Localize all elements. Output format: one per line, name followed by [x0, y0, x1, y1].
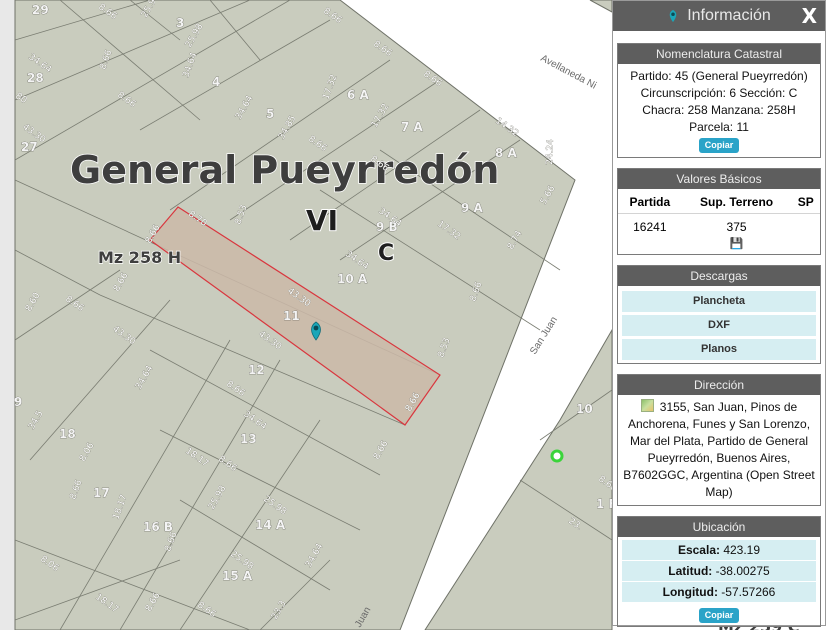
table-row: 16241 375	[618, 214, 820, 237]
longitud-value: -57.57266	[721, 585, 776, 599]
direccion-header: Dirección	[618, 375, 820, 395]
lot-number-label: 28	[27, 71, 44, 85]
lot-number-label: 9	[14, 395, 22, 409]
copy-ubicacion-button[interactable]: Copiar	[698, 608, 740, 623]
manzana-label: Mz 258 H	[98, 248, 181, 267]
nomenclatura-chacra: Chacra: 258 Manzana: 258H	[642, 103, 796, 117]
dimension-label: 24.24	[545, 139, 556, 165]
lot-number-label: 6 A	[347, 88, 370, 102]
direccion-text: 3155, San Juan, Pinos de Anchorena, Fune…	[623, 400, 815, 499]
ubicacion-box: Ubicación Escala: 423.19 Latitud: -38.00…	[617, 516, 821, 627]
longitud-label: Longitud:	[662, 585, 718, 599]
escala-value: 423.19	[723, 543, 761, 557]
nomenclatura-partido: Partido: 45 (General Pueyrredón)	[630, 69, 808, 83]
map-icon	[640, 399, 654, 412]
ubicacion-header: Ubicación	[618, 517, 820, 537]
lot-number-label: 10 A	[337, 272, 368, 286]
nomenclatura-parcela: Parcela: 11	[689, 120, 749, 134]
valores-box: Valores Básicos Partida Sup. Terreno SP …	[617, 168, 821, 255]
lot-number-label: 7 A	[401, 120, 424, 134]
latitud-value: -38.00275	[715, 564, 770, 578]
copy-nomenclatura-button[interactable]: Copiar	[698, 138, 740, 153]
download-plancheta-link[interactable]: Plancheta	[622, 291, 816, 313]
direccion-box: Dirección 3155, San Juan, Pinos de Ancho…	[617, 374, 821, 506]
nomenclatura-header: Nomenclatura Catastral	[618, 44, 820, 64]
city-label: General Pueyrredón	[70, 148, 500, 192]
download-dxf-link[interactable]: DXF	[622, 315, 816, 337]
save-icon[interactable]: 💾	[730, 237, 744, 250]
lot-number-label: 18	[59, 427, 76, 441]
cell-partida: 16241	[633, 220, 667, 234]
panel-title: Información	[687, 7, 771, 24]
cell-sup-terreno: 375	[726, 220, 747, 234]
section-label: VI	[306, 204, 338, 237]
section-sub-label: C	[378, 241, 394, 266]
green-point-icon[interactable]	[550, 449, 564, 463]
info-panel: Información X Nomenclatura Catastral Par…	[612, 0, 826, 627]
close-button[interactable]: X	[802, 4, 817, 28]
descargas-box: Descargas Plancheta DXF Planos	[617, 265, 821, 364]
lot-number-label: 11	[283, 309, 300, 323]
latitud-label: Latitud:	[668, 564, 713, 578]
lot-number-label: 10	[576, 402, 593, 416]
nomenclatura-box: Nomenclatura Catastral Partido: 45 (Gene…	[617, 43, 821, 158]
col-partida: Partida	[618, 189, 682, 214]
col-sup-terreno: Sup. Terreno	[681, 189, 792, 214]
lot-number-label: 16 B	[143, 520, 173, 534]
lot-number-label: 14 A	[255, 518, 286, 532]
cell-sp	[791, 214, 820, 237]
lot-number-label: 27	[21, 140, 38, 154]
lot-number-label: 13	[240, 432, 257, 446]
lot-number-label: 5	[266, 107, 274, 121]
valores-header: Valores Básicos	[618, 169, 820, 189]
escala-row: Escala: 423.19	[622, 540, 816, 561]
lot-number-label: 4	[212, 75, 220, 89]
lot-number-label: 8 A	[495, 146, 518, 160]
lot-number-label: 12	[248, 363, 265, 377]
lot-number-label: 3	[176, 16, 184, 30]
col-sp: SP	[791, 189, 820, 214]
download-planos-link[interactable]: Planos	[622, 339, 816, 361]
nomenclatura-circunscripcion: Circunscripción: 6 Sección: C	[640, 86, 798, 100]
location-pin-icon	[669, 9, 677, 23]
longitud-row: Longitud: -57.57266	[622, 582, 816, 603]
valores-table: Partida Sup. Terreno SP 16241 375 💾	[618, 189, 820, 254]
lot-number-label: 29	[32, 3, 49, 17]
panel-header: Información X	[613, 1, 825, 31]
lot-number-label: 17	[93, 486, 110, 500]
escala-label: Escala:	[677, 543, 720, 557]
descargas-header: Descargas	[618, 266, 820, 286]
lot-number-label: 9 A	[461, 201, 484, 215]
latitud-row: Latitud: -38.00275	[622, 561, 816, 582]
map-edge	[0, 0, 15, 630]
